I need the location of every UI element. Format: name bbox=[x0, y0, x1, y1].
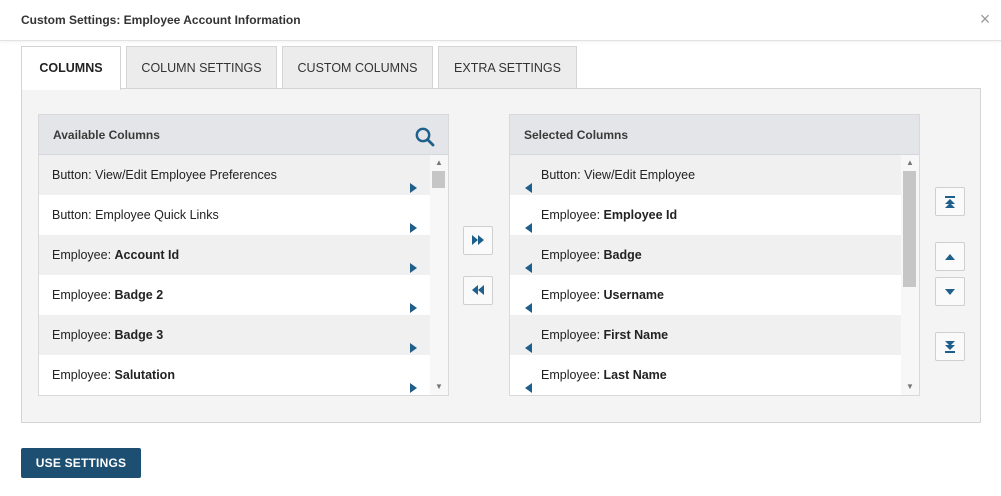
column-name-prefix: Button: View/Edit Employee bbox=[541, 168, 696, 182]
tab-custom-columns[interactable]: CUSTOM COLUMNS bbox=[282, 46, 433, 89]
available-scrollbar[interactable]: ▲ ▼ bbox=[430, 155, 448, 395]
scroll-up-icon[interactable]: ▲ bbox=[430, 156, 448, 170]
column-name-prefix: Employee: bbox=[541, 208, 604, 222]
move-up-button[interactable] bbox=[935, 242, 965, 271]
column-name-prefix: Employee: bbox=[52, 288, 115, 302]
add-arrow-icon[interactable] bbox=[410, 249, 417, 273]
selected-column-item[interactable]: Employee: Badge bbox=[510, 235, 902, 275]
tab-extra-settings[interactable]: EXTRA SETTINGS bbox=[438, 46, 577, 89]
add-all-button[interactable] bbox=[463, 226, 493, 255]
column-name-prefix: Button: View/Edit Employee Preferences bbox=[52, 168, 277, 182]
remove-arrow-icon[interactable] bbox=[525, 209, 532, 233]
remove-arrow-icon[interactable] bbox=[525, 369, 532, 393]
dialog-title: Custom Settings: Employee Account Inform… bbox=[21, 13, 301, 27]
use-settings-button[interactable]: USE SETTINGS bbox=[21, 448, 141, 478]
column-name: Badge bbox=[603, 248, 642, 262]
tab-column-settings[interactable]: COLUMN SETTINGS bbox=[126, 46, 277, 89]
remove-arrow-icon[interactable] bbox=[525, 289, 532, 313]
selected-column-item[interactable]: Button: View/Edit Employee bbox=[510, 155, 902, 195]
column-name: Employee Id bbox=[603, 208, 678, 222]
selected-column-item[interactable]: Employee: First Name bbox=[510, 315, 902, 355]
columns-panel: Available Columns Button: View/Edit Empl… bbox=[21, 88, 981, 423]
add-arrow-icon[interactable] bbox=[410, 169, 417, 193]
selected-columns-title: Selected Columns bbox=[524, 128, 629, 142]
selected-columns-rows: Button: View/Edit Employee Employee: Emp… bbox=[510, 155, 902, 395]
column-name-prefix: Employee: bbox=[52, 328, 115, 342]
scroll-thumb[interactable] bbox=[432, 171, 445, 188]
scroll-thumb[interactable] bbox=[903, 171, 916, 287]
available-columns-title: Available Columns bbox=[53, 128, 160, 142]
available-column-item[interactable]: Button: View/Edit Employee Preferences bbox=[39, 155, 431, 195]
available-column-item[interactable]: Employee: Badge 2 bbox=[39, 275, 431, 315]
move-to-top-button[interactable] bbox=[935, 187, 965, 216]
available-columns-header: Available Columns bbox=[39, 115, 448, 155]
available-columns-rows: Button: View/Edit Employee Preferences B… bbox=[39, 155, 431, 395]
column-name-prefix: Employee: bbox=[541, 328, 604, 342]
column-name: Badge 2 bbox=[114, 288, 164, 302]
column-name-prefix: Employee: bbox=[541, 368, 604, 382]
selected-column-item[interactable]: Employee: Last Name bbox=[510, 355, 902, 395]
add-arrow-icon[interactable] bbox=[410, 209, 417, 233]
move-to-bottom-button[interactable] bbox=[935, 332, 965, 361]
remove-arrow-icon[interactable] bbox=[525, 249, 532, 273]
column-name: Last Name bbox=[603, 368, 667, 382]
column-name: Salutation bbox=[114, 368, 175, 382]
column-name-prefix: Button: Employee Quick Links bbox=[52, 208, 219, 222]
selected-column-item[interactable]: Employee: Employee Id bbox=[510, 195, 902, 235]
scroll-up-icon[interactable]: ▲ bbox=[901, 156, 919, 170]
selected-columns-list: Selected Columns Button: View/Edit Emplo… bbox=[509, 114, 920, 396]
scroll-down-icon[interactable]: ▼ bbox=[430, 380, 448, 394]
search-icon[interactable] bbox=[414, 124, 436, 147]
selected-column-item[interactable]: Employee: Username bbox=[510, 275, 902, 315]
selected-scrollbar[interactable]: ▲ ▼ bbox=[901, 155, 919, 395]
column-name: Badge 3 bbox=[114, 328, 164, 342]
column-name-prefix: Employee: bbox=[52, 368, 115, 382]
remove-arrow-icon[interactable] bbox=[525, 169, 532, 193]
scroll-down-icon[interactable]: ▼ bbox=[901, 380, 919, 394]
add-arrow-icon[interactable] bbox=[410, 369, 417, 393]
available-column-item[interactable]: Employee: Account Id bbox=[39, 235, 431, 275]
remove-arrow-icon[interactable] bbox=[525, 329, 532, 353]
dialog-header: Custom Settings: Employee Account Inform… bbox=[0, 0, 1001, 41]
column-name: First Name bbox=[603, 328, 669, 342]
available-columns-list: Available Columns Button: View/Edit Empl… bbox=[38, 114, 449, 396]
column-name-prefix: Employee: bbox=[541, 248, 604, 262]
column-name-prefix: Employee: bbox=[52, 248, 115, 262]
column-name-prefix: Employee: bbox=[541, 288, 604, 302]
move-down-button[interactable] bbox=[935, 277, 965, 306]
available-column-item[interactable]: Button: Employee Quick Links bbox=[39, 195, 431, 235]
add-arrow-icon[interactable] bbox=[410, 289, 417, 313]
close-icon[interactable]: × bbox=[977, 9, 993, 29]
column-name: Username bbox=[603, 288, 664, 302]
selected-columns-header: Selected Columns bbox=[510, 115, 919, 155]
add-arrow-icon[interactable] bbox=[410, 329, 417, 353]
available-column-item[interactable]: Employee: Salutation bbox=[39, 355, 431, 395]
tab-columns[interactable]: COLUMNS bbox=[21, 46, 121, 90]
available-column-item[interactable]: Employee: Badge 3 bbox=[39, 315, 431, 355]
remove-all-button[interactable] bbox=[463, 276, 493, 305]
custom-settings-dialog: Custom Settings: Employee Account Inform… bbox=[0, 0, 1001, 496]
column-name: Account Id bbox=[114, 248, 180, 262]
